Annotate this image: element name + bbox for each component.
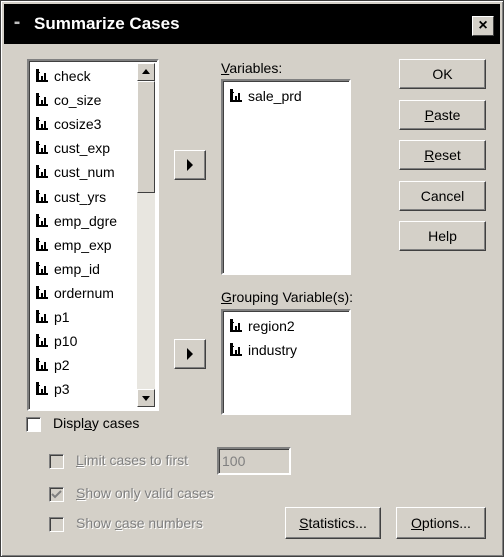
scale-variable-icon — [229, 88, 243, 104]
grouping-variable-item-label: region2 — [248, 318, 295, 334]
show-valid-cases-checkbox[interactable] — [49, 487, 64, 502]
options-label: ptions... — [421, 515, 471, 531]
source-variable-item[interactable]: emp_id — [35, 258, 100, 280]
show-case-numbers-label[interactable]: Show case numbers — [76, 515, 203, 531]
source-variable-item-label: cust_num — [54, 164, 115, 181]
scale-variable-icon — [35, 116, 49, 132]
source-variable-item-label: check — [54, 68, 91, 84]
grouping-variables-label: Grouping Variable(s): — [221, 289, 354, 305]
source-variable-item-label: co_size — [54, 92, 102, 109]
reset-accel: R — [424, 147, 435, 163]
help-label: Help — [428, 228, 457, 244]
scale-variable-icon — [35, 309, 49, 325]
source-variable-item[interactable]: emp_dgre — [35, 210, 117, 232]
source-variable-item[interactable]: cosize3 — [35, 113, 101, 135]
statistics-label: tatistics... — [308, 515, 367, 531]
options-button[interactable]: Options... — [396, 507, 486, 539]
grouping-variables-list[interactable]: region2 industry — [221, 309, 351, 415]
scale-variable-icon — [35, 333, 49, 349]
right-arrow-icon — [187, 348, 193, 360]
source-variable-item-label: cosize3 — [54, 116, 102, 133]
source-variable-item[interactable]: co_size — [35, 89, 101, 111]
scale-variable-icon — [35, 140, 49, 156]
source-variable-item-label: p2 — [54, 357, 70, 374]
source-variable-item-label: p3 — [54, 381, 70, 398]
move-to-variables-button[interactable] — [174, 150, 206, 180]
source-variable-item[interactable]: check — [35, 65, 91, 87]
show-case-numbers-checkbox[interactable] — [49, 517, 64, 532]
arrow-down-icon — [142, 396, 150, 401]
source-variable-item[interactable]: p2 — [35, 354, 70, 376]
scroll-up-button[interactable] — [137, 63, 155, 81]
cancel-button[interactable]: Cancel — [399, 181, 486, 211]
variables-label: Variables: — [221, 60, 283, 76]
grouping-variable-item[interactable]: region2 — [229, 315, 295, 337]
ok-button[interactable]: OK — [399, 59, 486, 89]
paste-label: aste — [433, 107, 461, 123]
scale-variable-icon — [229, 318, 243, 334]
source-variable-item-label: emp_dgre — [54, 212, 118, 229]
scroll-thumb[interactable] — [137, 81, 155, 193]
paste-accel: P — [424, 107, 434, 123]
cancel-label: Cancel — [420, 188, 465, 204]
arrow-up-icon — [142, 69, 150, 74]
source-variable-item-label: cust_yrs — [54, 188, 107, 205]
limit-cases-checkbox[interactable] — [49, 454, 64, 469]
summarize-cases-dialog: ▪▪ Summarize Cases × check co_size cosize3… — [0, 0, 504, 557]
close-button[interactable]: × — [472, 16, 494, 36]
scale-variable-icon — [35, 164, 49, 180]
statistics-button[interactable]: Statistics... — [285, 507, 381, 539]
scale-variable-icon — [35, 261, 49, 277]
source-variable-item[interactable]: ordernum — [35, 282, 114, 304]
scale-variable-icon — [35, 92, 49, 108]
source-variable-item-label: cust_exp — [54, 140, 111, 157]
scale-variable-icon — [35, 285, 49, 301]
source-list-scrollbar[interactable] — [137, 63, 155, 407]
grouping-variable-item[interactable]: industry — [229, 339, 297, 361]
display-cases-checkbox[interactable] — [26, 417, 41, 432]
show-valid-cases-label[interactable]: Show only valid cases — [76, 485, 214, 501]
source-variable-item-label: emp_id — [54, 260, 100, 277]
limit-cases-label[interactable]: Limit cases to first — [76, 452, 188, 468]
paste-button[interactable]: Paste — [399, 100, 486, 130]
grouping-variable-item-label: industry — [248, 342, 298, 359]
ok-label: OK — [432, 66, 453, 82]
scale-variable-icon — [35, 213, 49, 229]
source-variable-item[interactable]: p1 — [35, 306, 70, 328]
display-cases-label[interactable]: Display cases — [53, 415, 139, 431]
scale-variable-icon — [35, 189, 49, 205]
selected-variable-item-label: sale_prd — [248, 88, 302, 104]
reset-button[interactable]: Reset — [399, 140, 486, 170]
selected-variable-item[interactable]: sale_prd — [229, 85, 302, 107]
source-variable-item[interactable]: p3 — [35, 378, 70, 400]
scale-variable-icon — [35, 357, 49, 373]
scale-variable-icon — [229, 342, 243, 358]
source-variable-item[interactable]: cust_yrs — [35, 186, 106, 208]
source-variable-item-label: emp_exp — [54, 236, 112, 253]
window-title: Summarize Cases — [34, 14, 180, 33]
source-variable-item[interactable]: p10 — [35, 330, 77, 352]
title-bar[interactable]: ▪▪ Summarize Cases × — [4, 4, 500, 44]
move-to-grouping-button[interactable] — [174, 339, 206, 369]
limit-cases-value: 100 — [222, 453, 246, 469]
source-variable-item[interactable]: emp_exp — [35, 234, 112, 256]
source-variable-item-label: p1 — [54, 309, 70, 325]
reset-label: eset — [434, 147, 461, 163]
scale-variable-icon — [35, 381, 49, 397]
variables-list[interactable]: sale_prd — [221, 79, 351, 275]
checkmark-icon — [51, 490, 62, 499]
scale-variable-icon — [35, 237, 49, 253]
source-variable-item-label: p10 — [54, 333, 78, 350]
source-variable-item-label: ordernum — [54, 284, 114, 301]
source-variable-item[interactable]: cust_exp — [35, 137, 110, 159]
limit-cases-input[interactable]: 100 — [217, 447, 291, 475]
scroll-down-button[interactable] — [137, 389, 155, 407]
app-icon: ▪▪ — [14, 18, 20, 29]
help-button[interactable]: Help — [399, 221, 486, 251]
scale-variable-icon — [35, 68, 49, 84]
options-accel: O — [411, 515, 422, 531]
source-variable-item[interactable]: cust_num — [35, 161, 115, 183]
right-arrow-icon — [187, 159, 193, 171]
source-variable-list[interactable]: check co_size cosize3 cust_exp cust_num cust_… — [27, 59, 159, 411]
